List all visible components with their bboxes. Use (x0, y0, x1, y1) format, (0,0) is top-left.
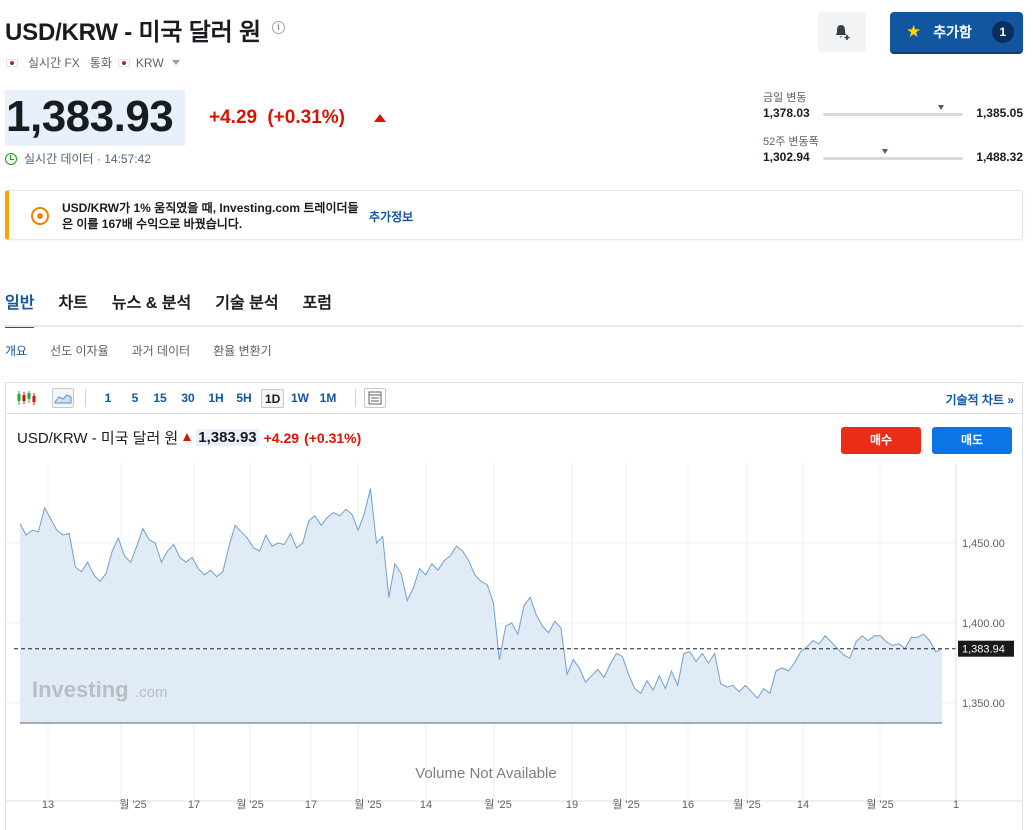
buy-button[interactable]: 매수 (841, 427, 921, 454)
promo-text: USD/KRW가 1% 움직였을 때, Investing.com 트레이더들은… (62, 201, 359, 231)
sell-button[interactable]: 매도 (932, 427, 1012, 454)
day-range-marker (937, 105, 944, 110)
realtime-status: 실시간 데이터 · 14:57:42 (5, 150, 151, 167)
chart-change: +4.29 (263, 429, 300, 446)
up-arrow-icon (374, 114, 386, 122)
tab-news[interactable]: 뉴스 & 분석 (112, 289, 191, 328)
x-tick-label: 월 '25 (612, 798, 640, 811)
add-alert-button[interactable] (818, 12, 866, 52)
subtab-historical-data[interactable]: 과거 데이터 (132, 342, 191, 359)
promo-banner: USD/KRW가 1% 움직였을 때, Investing.com 트레이더들은… (5, 190, 1023, 240)
x-tick-label: 1 (953, 799, 959, 811)
tab-forum[interactable]: 포럼 (303, 289, 332, 328)
x-tick-label: 17 (188, 799, 200, 811)
y-tick-label: 1,400.00 (962, 618, 1005, 630)
realtime-label: 실시간 데이터 · 14:57:42 (24, 152, 151, 166)
x-tick-label: 17 (305, 799, 317, 811)
day-range-high: 1,385.05 (976, 106, 1023, 120)
chart-change-percent: (+0.31%) (304, 429, 362, 446)
tab-technical[interactable]: 기술 분석 (215, 289, 278, 328)
x-tick-label: 월 '25 (484, 798, 512, 811)
week52-range-label: 52주 변동폭 (763, 136, 819, 148)
clock-icon (5, 152, 17, 165)
add-button-label: 추가함 (933, 24, 972, 40)
day-range-label: 금일 변동 (763, 92, 807, 104)
bell-plus-icon (835, 25, 850, 40)
korea-flag-icon (117, 58, 130, 67)
star-icon: ★ (906, 22, 922, 41)
investing-watermark: Investing (32, 677, 129, 702)
x-tick-label: 19 (566, 799, 578, 811)
chevron-down-icon[interactable] (171, 60, 180, 65)
main-tabs: 일반 차트 뉴스 & 분석 기술 분석 포럼 (5, 289, 332, 328)
tab-overview[interactable]: 일반 (5, 289, 35, 328)
chart-price: 1,383.93 (196, 429, 259, 446)
x-tick-label: 14 (420, 799, 432, 811)
up-arrow-icon (183, 432, 192, 441)
target-icon (31, 207, 49, 225)
y-tick-label: 1,350.00 (962, 698, 1005, 710)
investing-watermark-suffix: .com (135, 684, 168, 701)
day-range-bar (823, 113, 963, 116)
week52-range-high: 1,488.32 (976, 150, 1023, 164)
subtab-forward-rates[interactable]: 선도 이자율 (50, 342, 109, 359)
change-value: +4.29 (209, 107, 258, 128)
add-to-watchlist-button[interactable]: ★ 추가함 1 (890, 12, 1023, 52)
category-label: 통화 (89, 56, 112, 70)
subtab-converter[interactable]: 환율 변환기 (213, 342, 272, 359)
x-tick-label: 14 (797, 799, 809, 811)
x-tick-label: 월 '25 (866, 798, 894, 811)
change-percent: (+0.31%) (267, 107, 345, 128)
week52-range-marker (881, 149, 888, 154)
x-tick-label: 월 '25 (733, 798, 761, 811)
price-change: +4.29 (+0.31%) (209, 107, 345, 129)
watchlist-count-badge: 1 (991, 21, 1014, 43)
currency-dropdown[interactable]: KRW (136, 56, 164, 70)
subtab-summary[interactable]: 개요 (5, 342, 27, 359)
tab-chart[interactable]: 차트 (58, 289, 87, 328)
current-price-label: 1,383.94 (962, 644, 1005, 656)
x-tick-label: 월 '25 (119, 798, 147, 811)
y-tick-label: 1,450.00 (962, 538, 1005, 550)
info-icon[interactable]: i (272, 21, 285, 34)
page-title: USD/KRW - 미국 달러 원 (5, 19, 261, 46)
week52-range-bar (823, 157, 963, 160)
market-label: 실시간 FX (28, 56, 80, 70)
x-tick-label: 13 (42, 799, 54, 811)
tabs-divider (5, 325, 1023, 327)
korea-flag-icon (6, 58, 18, 67)
day-range-low: 1,378.03 (763, 106, 810, 120)
chart-title-row: USD/KRW - 미국 달러 원 1,383.93 +4.29 (+0.31%… (17, 427, 361, 448)
more-info-link[interactable]: 추가정보 (369, 208, 413, 225)
week52-range-low: 1,302.94 (763, 150, 810, 164)
x-tick-label: 월 '25 (354, 798, 382, 811)
chart-widget: 1 5 15 30 1H 5H 1D 1W 1M 기술적 차트 » 1,450.00 1,400.… (5, 382, 1023, 830)
x-tick-label: 월 '25 (236, 798, 264, 811)
instrument-meta: 실시간 FX 통화 KRW (6, 54, 180, 71)
chart-instrument-name: USD/KRW - 미국 달러 원 (17, 430, 179, 447)
volume-not-available-label: Volume Not Available (415, 765, 556, 782)
last-price: 1,383.93 (6, 92, 174, 141)
sub-tabs: 개요 선도 이자율 과거 데이터 환율 변환기 (5, 342, 272, 359)
x-tick-label: 16 (682, 799, 694, 811)
